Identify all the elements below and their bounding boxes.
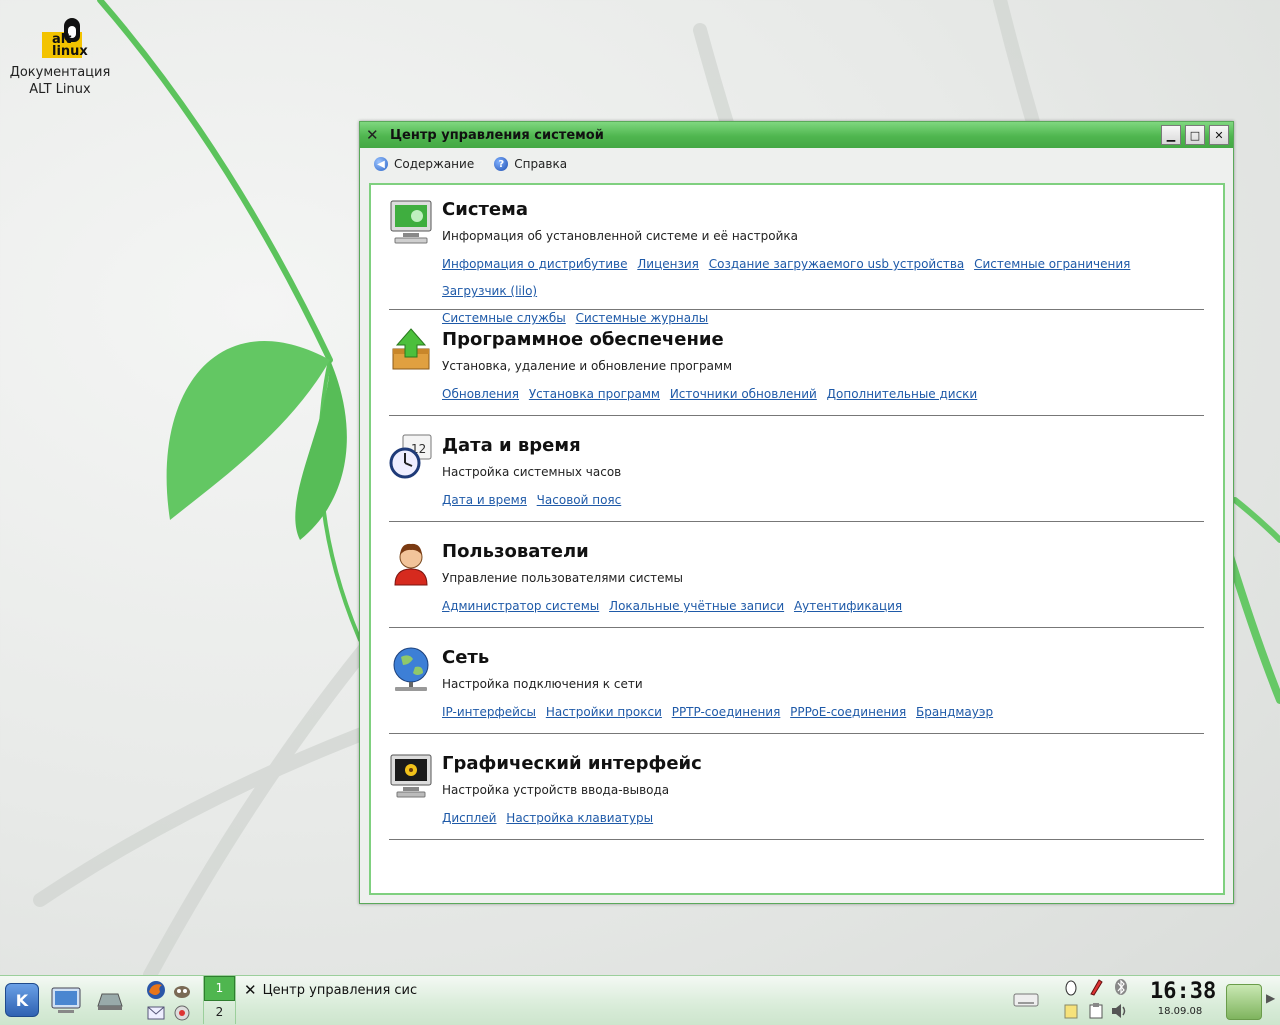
section-description: Настройка подключения к сети — [442, 677, 643, 691]
section-title: Система — [442, 199, 528, 220]
section-title: Программное обеспечение — [442, 329, 724, 350]
link-ip-interfaces[interactable]: IP-интерфейсы — [442, 705, 536, 719]
link-firewall[interactable]: Брандмауэр — [916, 705, 993, 719]
section-description: Настройка устройств ввода-вывода — [442, 783, 670, 797]
section-description: Управление пользователями системы — [442, 571, 683, 585]
desktop-icon-label-line1: Документация — [9, 65, 111, 80]
desktop-icon-label-line2: ALT Linux — [29, 82, 91, 97]
taskbar-task-control-center[interactable]: ✕ Центр управления сис — [244, 979, 444, 1001]
volume-icon[interactable] — [1110, 1002, 1130, 1020]
clock-time: 16:38 — [1150, 979, 1217, 1004]
link-extra-disks[interactable]: Дополнительные диски — [827, 387, 978, 401]
network-drive-icon[interactable] — [94, 988, 126, 1012]
trash-icon[interactable] — [1226, 984, 1262, 1020]
link-install-programs[interactable]: Установка программ — [529, 387, 660, 401]
section-description: Установка, удаление и обновление програм… — [442, 359, 733, 373]
link-timezone[interactable]: Часовой пояс — [537, 493, 622, 507]
link-usb-boot[interactable]: Создание загружаемого usb устройства — [709, 257, 965, 271]
link-local-accounts[interactable]: Локальные учётные записи — [609, 599, 784, 613]
task-title: Центр управления сис — [262, 982, 418, 998]
bluetooth-icon[interactable] — [1112, 978, 1130, 996]
section-links: Обновления Установка программ Источники … — [442, 381, 1204, 408]
section-title: Графический интерфейс — [442, 753, 702, 774]
link-distro-info[interactable]: Информация о дистрибутиве — [442, 257, 627, 271]
alt-linux-logo-icon: alt linux — [34, 16, 88, 60]
link-updates[interactable]: Обновления — [442, 387, 519, 401]
show-desktop-icon[interactable] — [50, 984, 82, 1016]
window-toolbar: ◀ Содержание ? Справка — [360, 148, 1233, 180]
content-panel: Система Информация об установленной сист… — [369, 183, 1225, 895]
kmenu-label: K — [15, 990, 29, 1010]
section-title: Пользователи — [442, 541, 589, 562]
control-center-window: ✕ Центр управления системой ▁ □ ✕ ◀ Соде… — [359, 121, 1234, 904]
maximize-button[interactable]: □ — [1185, 125, 1205, 145]
contents-label: Содержание — [394, 157, 475, 171]
x-app-icon[interactable]: ✕ — [366, 126, 384, 144]
section-system: Система Информация об установленной сист… — [389, 193, 1204, 325]
section-gui: Графический интерфейс Настройка устройст… — [389, 747, 1204, 840]
section-network: Сеть Настройка подключения к сети IP-инт… — [389, 641, 1204, 734]
settings-app-icon[interactable] — [172, 1004, 192, 1022]
minimize-button[interactable]: ▁ — [1161, 125, 1181, 145]
section-description: Настройка системных часов — [442, 465, 622, 479]
clock-calendar-icon: 12 — [389, 434, 432, 479]
section-title: Дата и время — [442, 435, 581, 456]
gimp-icon[interactable] — [172, 980, 192, 1000]
pager-desktop-1[interactable]: 1 — [204, 976, 235, 1001]
package-upgrade-icon — [392, 328, 430, 370]
notes-tray-icon[interactable] — [1062, 1002, 1080, 1020]
section-users: Пользователи Управление пользователями с… — [389, 535, 1204, 628]
link-system-limits[interactable]: Системные ограничения — [974, 257, 1130, 271]
link-bootloader[interactable]: Загрузчик (lilo) — [442, 284, 537, 298]
firefox-icon[interactable] — [146, 980, 166, 1000]
pager-desktop-2[interactable]: 2 — [204, 1001, 235, 1024]
link-date-time[interactable]: Дата и время — [442, 493, 527, 507]
network-globe-icon — [393, 647, 429, 691]
section-datetime: 12 Дата и время Настройка системных часо… — [389, 429, 1204, 522]
clipboard-tray-icon[interactable] — [1087, 1002, 1105, 1020]
close-button[interactable]: ✕ — [1209, 125, 1229, 145]
chevron-right-icon[interactable]: ▶ — [1266, 991, 1275, 1005]
link-display[interactable]: Дисплей — [442, 811, 496, 825]
desktop-icon-alt-docs[interactable]: alt linux Документация ALT Linux — [8, 16, 112, 98]
window-titlebar[interactable]: ✕ Центр управления системой ▁ □ ✕ — [360, 122, 1233, 148]
window-title: Центр управления системой — [390, 127, 604, 143]
user-icon — [394, 543, 428, 586]
link-admin[interactable]: Администратор системы — [442, 599, 599, 613]
link-license[interactable]: Лицензия — [637, 257, 699, 271]
section-title: Сеть — [442, 647, 490, 668]
taskbar: K 1 2 ✕ Центр управления сис 16:38 18.09… — [0, 975, 1280, 1025]
x-app-icon: ✕ — [244, 981, 257, 999]
section-links: Администратор системы Локальные учётные … — [442, 593, 1204, 620]
computer-monitor-icon — [390, 200, 432, 244]
link-pptp[interactable]: PPTP-соединения — [672, 705, 781, 719]
contents-button[interactable]: ◀ Содержание — [374, 157, 474, 171]
clock[interactable]: 16:38 18.09.08 — [1150, 979, 1217, 1019]
help-button[interactable]: ? Справка — [494, 157, 567, 171]
back-arrow-icon: ◀ — [374, 157, 388, 171]
help-icon: ? — [494, 157, 509, 171]
section-links: Дата и время Часовой пояс — [442, 487, 1204, 514]
mail-client-icon[interactable] — [146, 1004, 166, 1022]
section-description: Информация об установленной системе и её… — [442, 229, 798, 243]
link-authentication[interactable]: Аутентификация — [794, 599, 902, 613]
desktop-pager: 1 2 — [203, 976, 236, 1024]
section-links: Дисплей Настройка клавиатуры — [442, 805, 1204, 832]
help-label: Справка — [514, 157, 568, 171]
link-update-sources[interactable]: Источники обновлений — [670, 387, 817, 401]
kmenu-button[interactable]: K — [5, 983, 39, 1017]
section-links: IP-интерфейсы Настройки прокси PPTP-соед… — [442, 699, 1204, 726]
link-proxy[interactable]: Настройки прокси — [546, 705, 662, 719]
klipper-tray-icon[interactable] — [1087, 978, 1105, 996]
link-keyboard[interactable]: Настройка клавиатуры — [506, 811, 653, 825]
clock-date: 18.09.08 — [1157, 1006, 1203, 1017]
removable-drive-icon[interactable] — [1012, 990, 1040, 1010]
link-pppoe[interactable]: PPPoE-соединения — [790, 705, 906, 719]
display-icon — [390, 754, 432, 798]
section-software: Программное обеспечение Установка, удале… — [389, 323, 1204, 416]
logo-text-linux: linux — [52, 44, 88, 59]
mouse-tray-icon[interactable] — [1062, 978, 1080, 996]
section-links: Информация о дистрибутиве Лицензия Созда… — [442, 251, 1204, 332]
